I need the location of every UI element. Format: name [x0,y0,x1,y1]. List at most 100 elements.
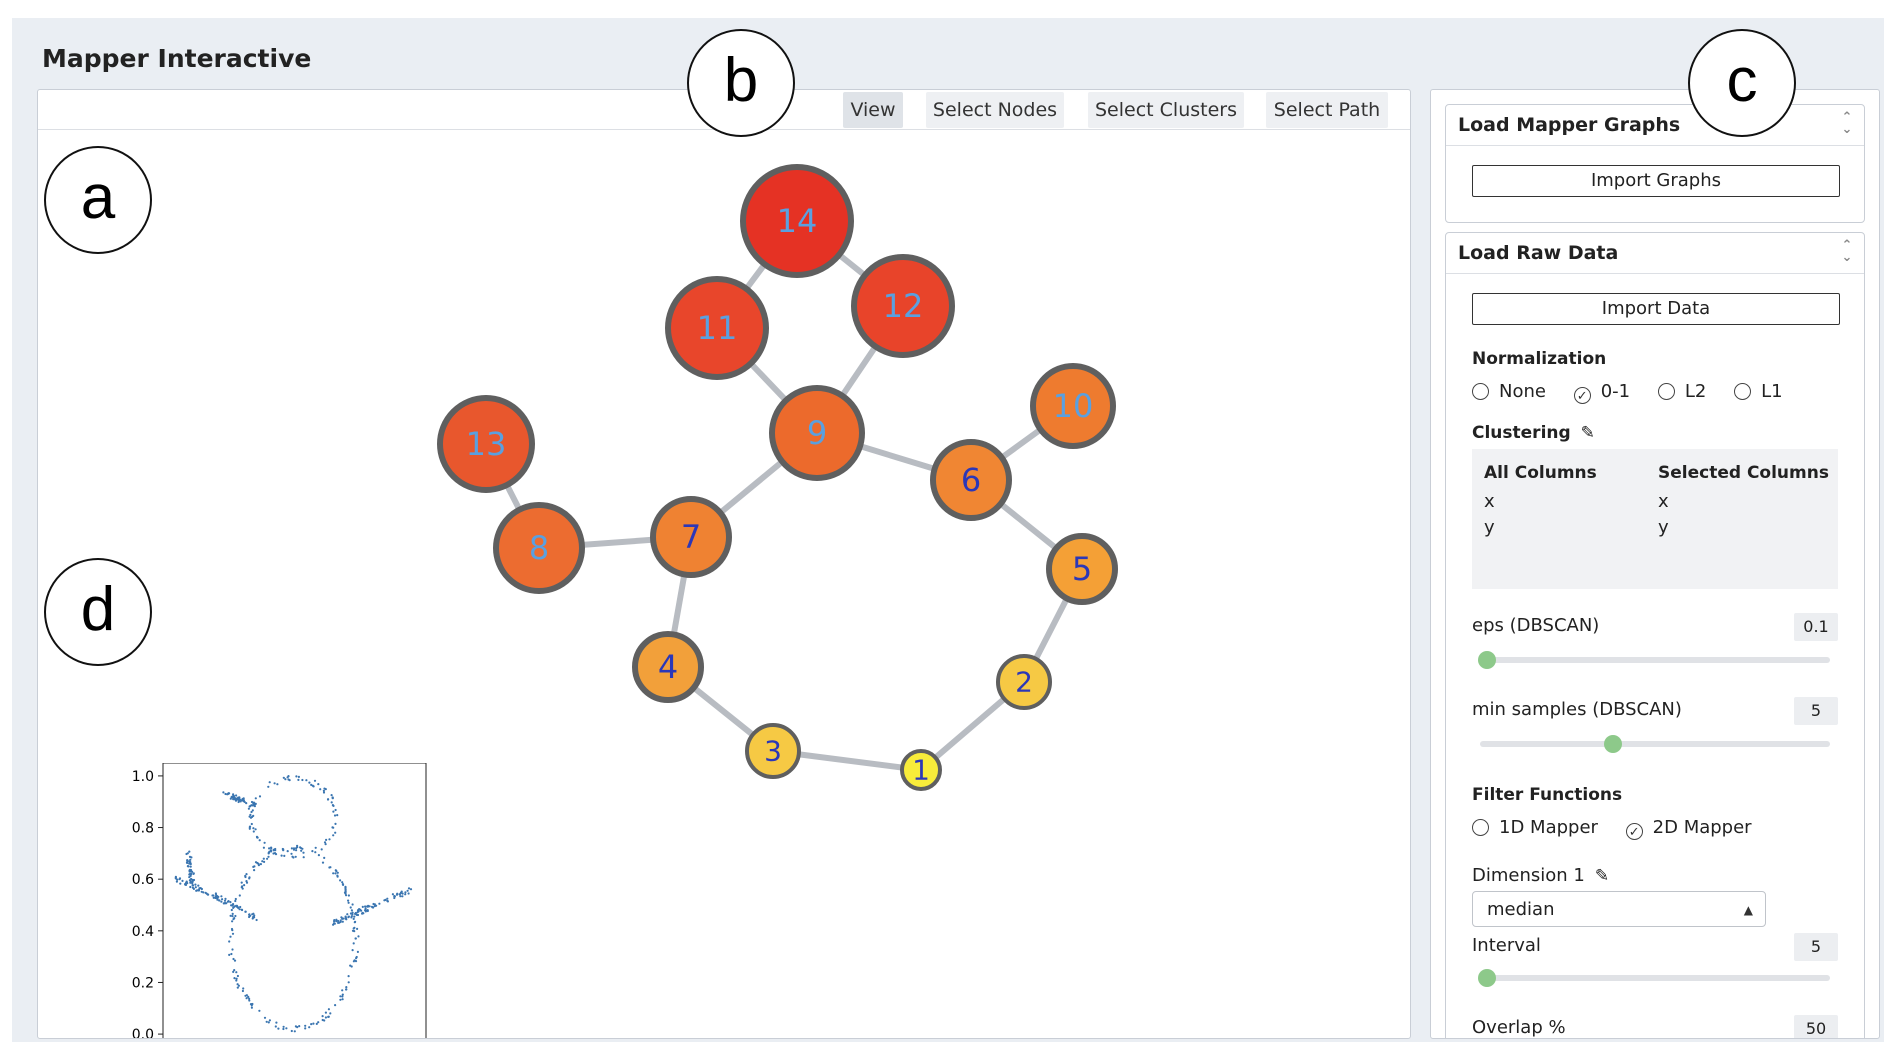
collapse-icon[interactable]: ⌃ ⌄ [1840,233,1854,264]
scatter-point [191,884,194,887]
scatter-point [231,795,234,798]
scatter-point [290,852,293,855]
scatter-point [175,880,178,883]
interval-value[interactable]: 5 [1794,933,1838,961]
scatter-point [252,915,255,919]
graph-node-13[interactable]: 13 [437,395,535,493]
scatter-point [317,854,320,857]
scatter-point [258,839,261,842]
normalization-none-radio[interactable]: None [1472,381,1546,402]
clustering-label: Clustering ✎ [1472,423,1595,443]
dimension1-label: Dimension 1 ✎ [1472,865,1610,886]
control-panel: Load Mapper Graphs ⌃ ⌄ Import Graphs Load… [1430,89,1880,1039]
scatter-point [335,920,338,923]
scatter-point [178,878,181,881]
graph-node-7[interactable]: 7 [650,496,732,578]
min-samples-slider-thumb[interactable] [1604,735,1622,753]
scatter-point [333,814,337,817]
selected-column-item[interactable]: y [1658,517,1669,538]
scatter-point [224,897,227,900]
scatter-point [341,881,344,884]
scatter-point [276,783,279,786]
load-graphs-header[interactable]: Load Mapper Graphs ⌃ ⌄ [1446,105,1864,146]
normalization-l1-radio[interactable]: L1 [1734,381,1783,402]
scatter-point [240,881,243,884]
scatter-point [247,807,250,810]
interval-slider-thumb[interactable] [1478,969,1496,987]
scatter-point [325,838,328,841]
2d-mapper-radio[interactable]: ✓ 2D Mapper [1625,817,1752,840]
scatter-point [230,904,233,907]
pencil-icon[interactable]: ✎ [1581,423,1595,443]
pencil-icon[interactable]: ✎ [1595,866,1609,886]
scatter-point [356,913,360,917]
scatter-point [319,788,322,791]
scatter-point [185,881,188,884]
graph-node-1[interactable]: 1 [900,749,942,791]
scatter-point [308,781,311,784]
min-samples-slider[interactable] [1480,735,1830,753]
scatter-point [351,929,355,932]
graph-node-6[interactable]: 6 [930,439,1012,521]
import-data-button[interactable]: Import Data [1472,293,1840,325]
scatter-point [248,805,251,808]
graph-node-4[interactable]: 4 [632,631,704,703]
graph-node-11[interactable]: 11 [665,276,769,380]
all-column-item[interactable]: x [1484,491,1495,512]
graph-node-3[interactable]: 3 [745,723,801,779]
scatter-point [313,779,317,782]
scatter-point [277,1027,280,1030]
graph-node-2[interactable]: 2 [996,654,1052,710]
dimension1-select[interactable]: median ▲ [1472,891,1766,927]
graph-node-label: 1 [912,754,930,787]
all-column-item[interactable]: y [1484,517,1495,538]
selected-column-item[interactable]: x [1658,491,1669,512]
graph-node-14[interactable]: 14 [740,164,854,278]
graph-node-12[interactable]: 12 [851,254,955,358]
scatter-point [341,989,344,992]
collapse-icon[interactable]: ⌃ ⌄ [1840,105,1854,136]
normalization-01-radio[interactable]: ✓ 0-1 [1573,381,1630,404]
scatter-point [235,979,238,982]
graph-node-8[interactable]: 8 [493,502,585,594]
eps-label: eps (DBSCAN) [1472,615,1600,636]
import-graphs-button[interactable]: Import Graphs [1472,165,1840,197]
interval-slider[interactable] [1478,969,1830,987]
scatter-point [334,1004,337,1007]
scatter-point [290,1029,293,1033]
scatter-point [232,798,235,801]
scatter-point [270,847,273,850]
eps-slider-thumb[interactable] [1478,651,1496,669]
scatter-point [194,886,197,889]
eps-value[interactable]: 0.1 [1794,613,1838,641]
min-samples-value[interactable]: 5 [1794,697,1838,725]
scatter-point [296,846,299,849]
graph-node-label: 9 [807,414,827,452]
scatter-point [336,871,339,874]
load-graphs-title: Load Mapper Graphs [1458,114,1681,136]
scatter-point [239,905,242,909]
scatter-point [341,998,344,1001]
scatter-point [192,887,195,890]
scatter-point [332,810,335,813]
graph-node-9[interactable]: 9 [769,385,865,481]
scatter-point [295,775,298,778]
scatter-point [228,953,231,956]
graph-node-5[interactable]: 5 [1046,533,1118,605]
overlap-value[interactable]: 50 [1794,1015,1838,1038]
scatter-point [273,782,276,785]
filter-function-options: 1D Mapper ✓ 2D Mapper [1472,817,1774,840]
callout-b: b [687,29,795,137]
graph-node-10[interactable]: 10 [1030,363,1116,449]
eps-slider[interactable] [1478,651,1830,669]
scatter-point [324,843,327,846]
scatter-point [233,977,236,980]
scatter-point [189,865,192,868]
filter-functions-label: Filter Functions [1472,785,1623,805]
scatter-point [351,949,354,952]
1d-mapper-radio[interactable]: 1D Mapper [1472,817,1598,838]
graph-panel[interactable]: View Select Nodes Select Clusters Select… [37,89,1411,1039]
normalization-l2-radio[interactable]: L2 [1657,381,1706,402]
load-raw-data-header[interactable]: Load Raw Data ⌃ ⌄ [1446,233,1864,274]
scatter-point [265,1020,268,1023]
